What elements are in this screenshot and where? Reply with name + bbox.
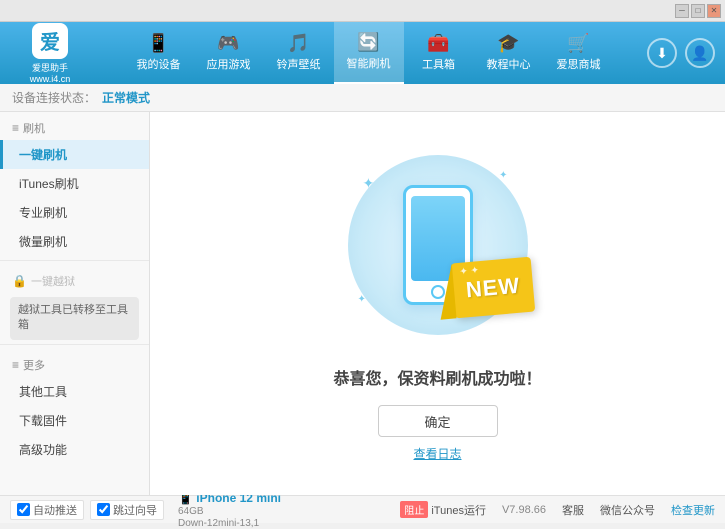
itunes-label: iTunes运行: [431, 502, 486, 518]
nav-store-label: 爱思商城: [557, 56, 601, 72]
user-button[interactable]: 👤: [685, 38, 715, 68]
logo-line1: 爱思助手: [32, 61, 68, 74]
nav-right-controls: ⬇ 👤: [647, 38, 715, 68]
nav-bar: 爱 爱思助手 www.i4.cn 📱 我的设备 🎮 应用游戏 🎵 铃声壁纸 🔄 …: [0, 22, 725, 84]
sidebar-item-download-firmware[interactable]: 下载固件: [0, 406, 149, 435]
logo-icon: 爱: [32, 23, 68, 59]
nav-toolbox[interactable]: 🧰 工具箱: [404, 22, 474, 84]
close-button[interactable]: ✕: [707, 4, 721, 18]
sidebar-jailbreak-header: 🔒 一键越狱: [0, 265, 149, 293]
store-icon: 🛒: [567, 34, 589, 52]
nav-items: 📱 我的设备 🎮 应用游戏 🎵 铃声壁纸 🔄 智能刷机 🧰 工具箱 🎓 教程中心…: [90, 22, 647, 84]
nav-smart-flash-label: 智能刷机: [347, 55, 391, 71]
sidebar-divider-2: [0, 344, 149, 345]
skip-guide-checkbox-label[interactable]: 跳过向导: [90, 500, 164, 520]
smart-flash-icon: 🔄: [357, 33, 379, 51]
nav-tutorial-label: 教程中心: [487, 56, 531, 72]
sparkle-2: ✦: [499, 170, 507, 181]
minimize-button[interactable]: ─: [675, 4, 689, 18]
new-badge-stars: ✦ ✦: [459, 265, 479, 278]
check-update-link[interactable]: 检查更新: [671, 502, 715, 518]
sparkle-1: ✦: [363, 175, 375, 192]
success-text: 恭喜您，保资料刷机成功啦！: [333, 365, 541, 389]
nav-app-games[interactable]: 🎮 应用游戏: [194, 22, 264, 84]
nav-store[interactable]: 🛒 爱思商城: [544, 22, 614, 84]
jailbreak-section-icon: 🔒: [12, 274, 27, 288]
app-games-icon: 🎮: [217, 34, 239, 52]
bottom-bar: 自动推送 跳过向导 📱 iPhone 12 mini 64GB Down-12m…: [0, 495, 725, 523]
sidebar-divider-1: [0, 260, 149, 261]
ringtone-icon: 🎵: [287, 34, 309, 52]
download-button[interactable]: ⬇: [647, 38, 677, 68]
confirm-button[interactable]: 确定: [378, 405, 498, 437]
status-bar: 设备连接状态： 正常模式: [0, 84, 725, 112]
stop-itunes-button[interactable]: 阻止: [400, 501, 428, 518]
nav-tutorial[interactable]: 🎓 教程中心: [474, 22, 544, 84]
window-controls: ─ □ ✕: [675, 4, 721, 18]
device-model: Down-12mini-13,1: [178, 518, 281, 529]
tutorial-icon: 🎓: [497, 34, 519, 52]
logo-line2: www.i4.cn: [30, 74, 71, 84]
version-text: V7.98.66: [502, 504, 546, 516]
more-section-label: 更多: [23, 357, 45, 373]
nav-ringtone[interactable]: 🎵 铃声壁纸: [264, 22, 334, 84]
status-value: 正常模式: [102, 89, 150, 106]
view-log-link[interactable]: 查看日志: [413, 445, 461, 462]
nav-ringtone-label: 铃声壁纸: [277, 56, 321, 72]
flash-section-icon: ≡: [12, 121, 19, 135]
sidebar-item-micro-flash[interactable]: 微量刷机: [0, 227, 149, 256]
maximize-button[interactable]: □: [691, 4, 705, 18]
device-storage: 64GB: [178, 506, 281, 517]
sidebar-item-other-tools[interactable]: 其他工具: [0, 377, 149, 406]
nav-my-device[interactable]: 📱 我的设备: [124, 22, 194, 84]
skip-guide-label: 跳过向导: [113, 502, 157, 518]
sidebar-more-header: ≡ 更多: [0, 349, 149, 377]
wechat-official-link[interactable]: 微信公众号: [600, 502, 655, 518]
sidebar-item-one-click-flash[interactable]: 一键刷机: [0, 140, 149, 169]
sparkle-3: ✦: [358, 294, 366, 305]
title-bar: ─ □ ✕: [0, 0, 725, 22]
sidebar: ≡ 刷机 一键刷机 iTunes刷机 专业刷机 微量刷机 🔒 一键越狱 越狱工具…: [0, 112, 150, 495]
auto-push-label: 自动推送: [33, 502, 77, 518]
nav-my-device-label: 我的设备: [137, 56, 181, 72]
toolbox-icon: 🧰: [427, 34, 449, 52]
customer-service-link[interactable]: 客服: [562, 502, 584, 518]
sidebar-item-itunes-flash[interactable]: iTunes刷机: [0, 169, 149, 198]
nav-app-games-label: 应用游戏: [207, 56, 251, 72]
auto-push-checkbox[interactable]: [17, 503, 30, 516]
nav-toolbox-label: 工具箱: [422, 56, 455, 72]
jailbreak-notice: 越狱工具已转移至工具箱: [10, 297, 139, 340]
jailbreak-section-label: 一键越狱: [31, 273, 75, 289]
sidebar-flash-header: ≡ 刷机: [0, 112, 149, 140]
my-device-icon: 📱: [147, 34, 169, 52]
main-content: ✦ ✦ ✦ ✦ ✦ NEW 恭喜您，保资料刷机成功啦！ 确定 查看日志: [150, 112, 725, 495]
app-logo: 爱 爱思助手 www.i4.cn: [10, 23, 90, 84]
sidebar-item-advanced[interactable]: 高级功能: [0, 435, 149, 464]
flash-section-label: 刷机: [23, 120, 45, 136]
new-badge-text: NEW: [464, 272, 520, 303]
main-layout: ≡ 刷机 一键刷机 iTunes刷机 专业刷机 微量刷机 🔒 一键越狱 越狱工具…: [0, 112, 725, 495]
phone-illustration: ✦ ✦ ✦ ✦ ✦ NEW: [338, 145, 538, 345]
nav-smart-flash[interactable]: 🔄 智能刷机: [334, 22, 404, 84]
bottom-right: 阻止 iTunes运行 V7.98.66 客服 微信公众号 检查更新: [400, 501, 715, 518]
skip-guide-checkbox[interactable]: [97, 503, 110, 516]
sidebar-item-pro-flash[interactable]: 专业刷机: [0, 198, 149, 227]
stop-itunes-container: 阻止 iTunes运行: [400, 501, 486, 518]
status-label: 设备连接状态：: [12, 89, 96, 106]
more-section-icon: ≡: [12, 358, 19, 372]
new-badge: ✦ ✦ NEW: [450, 257, 534, 319]
auto-push-checkbox-label[interactable]: 自动推送: [10, 500, 84, 520]
